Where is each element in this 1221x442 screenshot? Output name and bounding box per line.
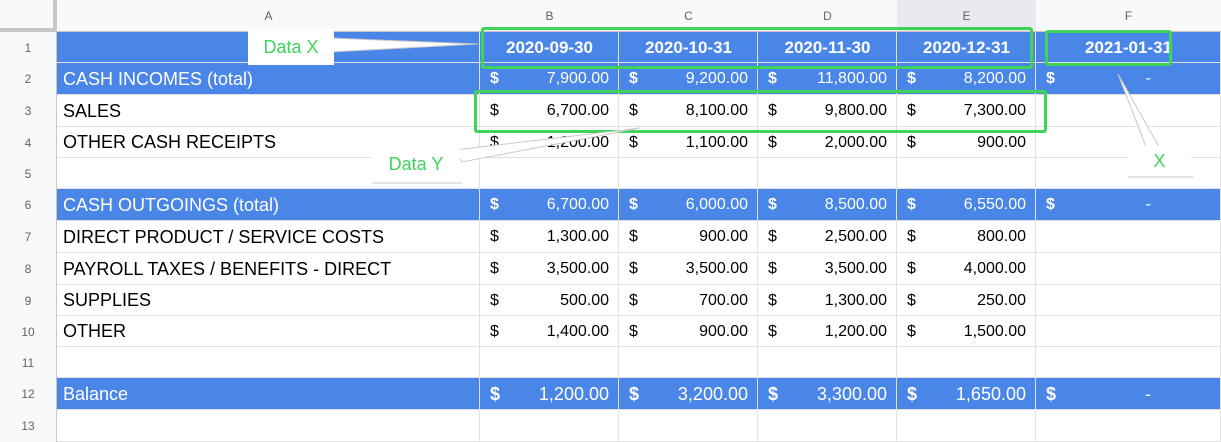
callout-pointers [329,37,1193,184]
data-x-pointer [329,37,479,53]
x-pointer [1117,73,1163,153]
data-x-callout: Data X [248,29,334,65]
x-callout: X [1128,146,1191,176]
spreadsheet-grid[interactable]: A B C D E F 1 2 3 4 5 6 7 8 9 10 11 12 13 2020-09-30 2020-10… [0,0,1221,442]
data-y-pointer [454,127,641,163]
data-y-callout: Data Y [372,147,460,181]
